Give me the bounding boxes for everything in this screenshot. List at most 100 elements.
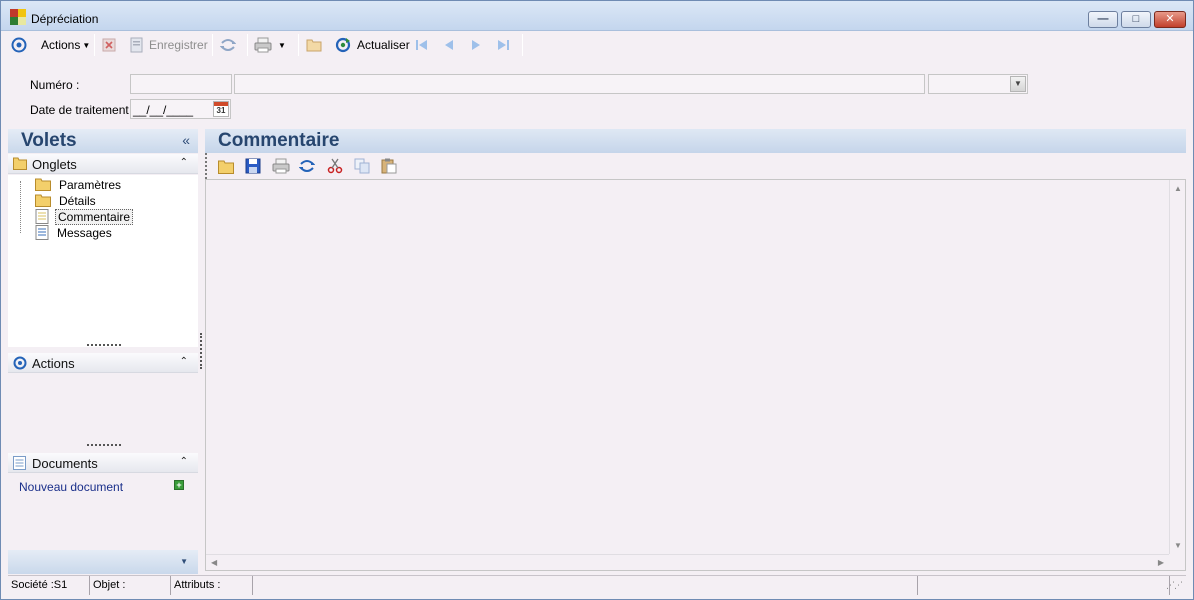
- vertical-scrollbar[interactable]: ▲ ▼: [1169, 180, 1185, 554]
- last-icon: [498, 40, 509, 50]
- close-icon: ✕: [1165, 13, 1175, 25]
- next-icon: [472, 40, 480, 50]
- minimize-icon: —: [1097, 13, 1109, 25]
- last-record-button[interactable]: [496, 36, 510, 54]
- previous-record-button[interactable]: [442, 36, 456, 54]
- target-icon[interactable]: [11, 36, 27, 54]
- actions-section-header[interactable]: Actions ⌃: [8, 353, 198, 373]
- tree-item-messages[interactable]: Messages: [35, 225, 114, 240]
- save-button[interactable]: Enregistrer: [129, 36, 208, 54]
- scroll-down-icon[interactable]: ▼: [1174, 541, 1182, 550]
- folder-icon: [35, 178, 51, 191]
- numero-label: Numéro :: [30, 78, 80, 92]
- window-title: Dépréciation: [31, 12, 99, 26]
- chevron-down-icon[interactable]: ▼: [180, 557, 188, 566]
- first-icon: [416, 40, 427, 50]
- splitter-grip[interactable]: [87, 344, 121, 347]
- main-title: Commentaire: [218, 130, 340, 151]
- maximize-icon: □: [1132, 13, 1140, 25]
- documents-section-header[interactable]: Documents ⌃: [8, 453, 198, 473]
- paste-button[interactable]: [381, 157, 397, 175]
- libelle-input[interactable]: [234, 74, 925, 94]
- collapse-panel-icon[interactable]: «: [182, 132, 190, 148]
- scroll-right-icon[interactable]: ▶: [1158, 558, 1164, 567]
- folder-icon: [218, 160, 234, 174]
- new-document-link[interactable]: Nouveau document: [19, 480, 123, 494]
- refresh-icon: [335, 37, 351, 53]
- open-folder-button[interactable]: [306, 36, 322, 54]
- status-empty: [253, 576, 918, 595]
- next-record-button[interactable]: [469, 36, 483, 54]
- add-document-icon[interactable]: +: [174, 480, 184, 490]
- document-icon: [35, 225, 49, 240]
- sync-button[interactable]: [220, 36, 236, 54]
- sync-icon: [220, 39, 236, 51]
- collapse-section-icon[interactable]: ⌃: [180, 456, 188, 467]
- volets-header: Volets «: [8, 129, 198, 153]
- vertical-splitter-grip[interactable]: [200, 333, 202, 369]
- delete-button[interactable]: [102, 36, 116, 54]
- resize-grip-icon[interactable]: ⋰⋰: [1166, 580, 1183, 591]
- onglets-tree: Paramètres Détails Commentaire Messages: [8, 175, 198, 347]
- horizontal-scrollbar[interactable]: ◀ ▶: [206, 554, 1169, 570]
- documents-section-body: Nouveau document +: [8, 474, 198, 550]
- open-button[interactable]: [218, 157, 234, 175]
- app-icon: [10, 9, 26, 25]
- sync-icon: [299, 160, 315, 172]
- scissors-icon: [327, 158, 343, 174]
- minimize-button[interactable]: —: [1088, 11, 1118, 28]
- status-societe: Société :S1: [8, 576, 90, 595]
- actions-menu-button[interactable]: Actions ▼: [41, 36, 90, 54]
- document-icon: [35, 209, 49, 224]
- save-label: Enregistrer: [149, 38, 208, 52]
- editor-toolbar: [205, 153, 1186, 179]
- tree-item-details[interactable]: Détails: [35, 193, 98, 208]
- comment-editor[interactable]: ▲ ▼ ◀ ▶: [205, 179, 1186, 571]
- actions-section-body: [8, 374, 198, 442]
- main-toolbar: Actions ▼ Enregistrer ▼ Actualiser: [1, 32, 1193, 58]
- folder-icon: [35, 194, 51, 207]
- status-empty-2: [918, 576, 1170, 595]
- close-button[interactable]: ✕: [1154, 11, 1186, 28]
- tree-item-commentaire[interactable]: Commentaire: [35, 208, 134, 225]
- paste-icon: [381, 158, 397, 174]
- volets-title: Volets: [21, 130, 77, 151]
- save-button[interactable]: [245, 157, 261, 175]
- chevron-down-icon: ▼: [278, 40, 286, 50]
- print-button[interactable]: ▼: [254, 36, 286, 54]
- scroll-up-icon[interactable]: ▲: [1174, 184, 1182, 193]
- scroll-left-icon[interactable]: ◀: [211, 558, 217, 567]
- first-record-button[interactable]: [415, 36, 429, 54]
- title-bar: Dépréciation — □ ✕: [1, 1, 1193, 31]
- printer-icon: [254, 37, 272, 53]
- onglets-section-header[interactable]: Onglets ⌃: [8, 154, 198, 174]
- sync-button[interactable]: [299, 157, 315, 175]
- copy-icon: [354, 158, 370, 174]
- status-attributs: Attributs :: [171, 576, 253, 595]
- tree-item-parametres[interactable]: Paramètres: [35, 177, 123, 192]
- chevron-down-icon: ▼: [82, 40, 91, 50]
- date-value: __/__/____: [133, 103, 194, 117]
- type-select[interactable]: ▼: [928, 74, 1028, 94]
- maximize-button[interactable]: □: [1121, 11, 1151, 28]
- previous-icon: [445, 40, 453, 50]
- status-objet: Objet :: [90, 576, 171, 595]
- chevron-down-icon[interactable]: ▼: [1010, 76, 1026, 92]
- panel-footer[interactable]: ▼: [8, 550, 198, 574]
- documents-title: Documents: [32, 456, 98, 471]
- main-header: Commentaire: [205, 129, 1186, 153]
- numero-input[interactable]: [130, 74, 232, 94]
- print-button[interactable]: [272, 157, 290, 175]
- collapse-section-icon[interactable]: ⌃: [180, 157, 188, 168]
- printer-icon: [272, 158, 290, 174]
- calendar-icon[interactable]: 31: [213, 101, 229, 117]
- floppy-icon: [245, 158, 261, 174]
- cut-button[interactable]: [327, 157, 343, 175]
- app-window: Dépréciation — □ ✕ Actions ▼ Enregistrer: [0, 0, 1194, 600]
- folder-icon: [13, 157, 27, 170]
- splitter-grip[interactable]: [87, 444, 121, 447]
- refresh-button[interactable]: Actualiser: [335, 36, 410, 54]
- collapse-section-icon[interactable]: ⌃: [180, 356, 188, 367]
- copy-button[interactable]: [354, 157, 370, 175]
- date-input[interactable]: __/__/____ 31: [130, 99, 231, 119]
